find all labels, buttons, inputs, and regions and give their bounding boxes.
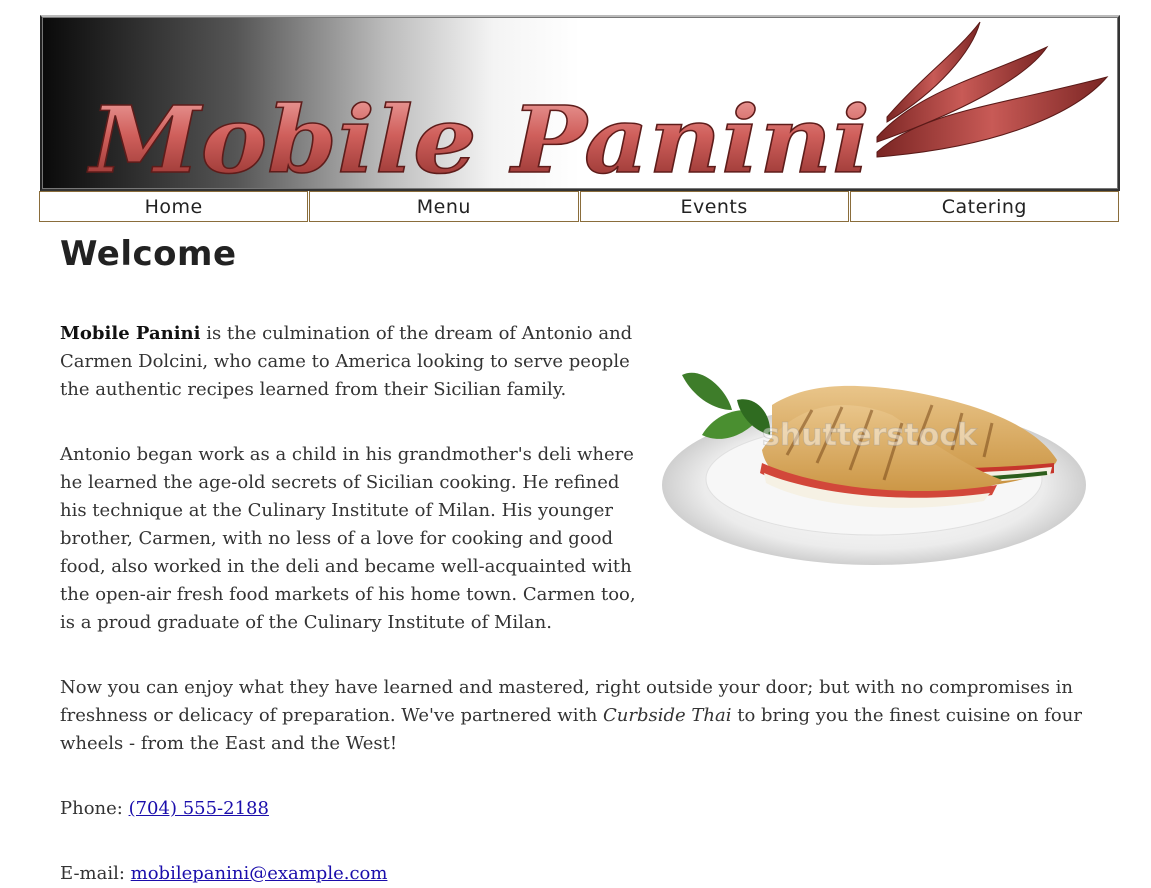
email-line: E-mail: mobilepanini@example.com	[60, 863, 388, 884]
nav-home[interactable]: Home	[39, 191, 309, 222]
history-paragraph: Antonio began work as a child in his gra…	[60, 444, 636, 633]
page: Mobile Panini Home Menu Events Catering …	[0, 0, 1151, 884]
partner-paragraph: Now you can enjoy what they have learned…	[60, 677, 1082, 754]
nav-menu[interactable]: Menu	[309, 191, 579, 222]
intro-paragraph: Mobile Panini is the culmination of the …	[60, 323, 633, 400]
nav-catering[interactable]: Catering	[849, 191, 1119, 222]
logo-text: Mobile Panini	[87, 86, 870, 189]
panini-photo: shutterstock	[662, 295, 1086, 572]
email-link[interactable]: mobilepanini@example.com	[131, 863, 388, 884]
nav-events[interactable]: Events	[579, 191, 849, 222]
phone-line: Phone: (704) 555-2188	[60, 798, 269, 819]
photo-watermark: shutterstock	[762, 418, 978, 453]
main-nav: Home Menu Events Catering	[39, 191, 1119, 222]
page-title: Welcome	[60, 234, 237, 274]
brand-name: Mobile Panini	[60, 323, 201, 344]
logo: Mobile Panini	[86, 21, 1109, 189]
phone-link[interactable]: (704) 555-2188	[129, 798, 269, 819]
site-banner: Mobile Panini	[40, 15, 1120, 191]
partner-name: Curbside Thai	[603, 705, 732, 726]
